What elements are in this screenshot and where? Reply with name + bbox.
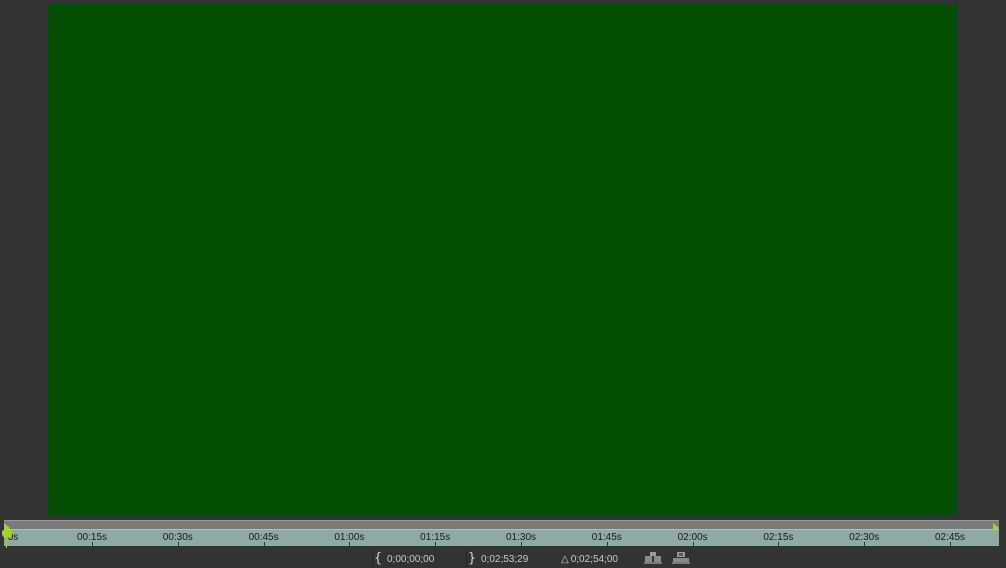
tick-mark <box>435 542 437 546</box>
duration-value: 0;02;54;00 <box>570 553 618 565</box>
out-point-icon: } <box>466 551 477 567</box>
delta-icon: △ <box>561 553 569 565</box>
tick-mark <box>521 542 522 546</box>
duration-field[interactable]: △ 0;02;54;00 <box>561 551 618 567</box>
in-point-field[interactable]: { 0;00;00;00 <box>372 551 434 567</box>
current-time-indicator[interactable] <box>2 530 12 548</box>
snapshot-icon[interactable] <box>644 551 662 565</box>
tick-mark <box>349 542 351 546</box>
status-bar: { 0;00;00;00 } 0;02;53;29 △ 0;02;54;00 <box>0 548 1006 568</box>
timeline-navigator: 0s 00:15s 00:30s 00:45s 01:00s 01:15s 01:30s 0… <box>0 518 1006 548</box>
show-snapshot-icon[interactable] <box>672 551 690 565</box>
tick-mark <box>692 542 694 546</box>
tick-mark <box>864 542 866 546</box>
tick-mark <box>950 542 951 546</box>
composition-viewer <box>0 0 1006 520</box>
out-point-value: 0;02;53;29 <box>481 553 529 565</box>
out-point-field[interactable]: } 0;02;53;29 <box>466 551 528 567</box>
in-point-icon: { <box>372 551 383 567</box>
playhead-line <box>6 536 7 548</box>
composition-frame[interactable] <box>48 4 957 515</box>
playhead-handle[interactable] <box>2 530 12 538</box>
work-area-bar[interactable] <box>4 520 999 533</box>
time-ruler[interactable]: 0s 00:15s 00:30s 00:45s 01:00s 01:15s 01:30s 0… <box>4 529 999 546</box>
tick-mark <box>778 542 780 546</box>
tick-mark <box>606 542 608 546</box>
tick-mark <box>263 542 265 546</box>
tick-mark <box>92 542 93 546</box>
in-point-value: 0;00;00;00 <box>387 553 435 565</box>
tick-mark <box>177 542 179 546</box>
